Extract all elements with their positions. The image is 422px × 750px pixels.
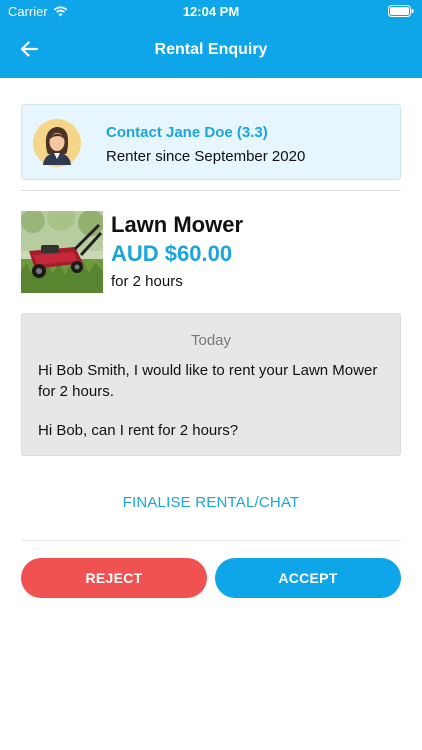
accept-button[interactable]: ACCEPT (215, 558, 401, 598)
divider (21, 540, 401, 541)
reject-button[interactable]: REJECT (21, 558, 207, 598)
status-bar: Carrier 12:04 PM (0, 0, 422, 22)
nav-bar: Rental Enquiry (0, 22, 422, 78)
page-title: Rental Enquiry (154, 41, 268, 58)
message-text-secondary: Hi Bob, can I rent for 2 hours? (38, 422, 239, 439)
contact-card[interactable]: Contact Jane Doe (3.3) Renter since Sept… (21, 104, 401, 180)
message-date: Today (190, 332, 232, 349)
item-name: Lawn Mower (111, 212, 244, 237)
contact-name-link[interactable]: Contact Jane Doe (3.3) (106, 124, 268, 141)
message-text: Hi Bob Smith, I would like to rent your … (38, 362, 378, 400)
item-thumbnail (21, 211, 103, 293)
lawn-mower-image (21, 211, 103, 293)
message-box: Today Hi Bob Smith, I would like to rent… (21, 313, 401, 456)
divider (21, 190, 401, 191)
finalise-rental-chat-link[interactable]: FINALISE RENTAL/CHAT (0, 494, 422, 511)
status-time: 12:04 PM (182, 4, 240, 19)
battery-icon (388, 5, 414, 20)
avatar (33, 119, 81, 167)
item-price: AUD $60.00 (111, 241, 233, 266)
renter-since-label: Renter since September 2020 (106, 148, 306, 165)
item-duration: for 2 hours (111, 273, 183, 290)
